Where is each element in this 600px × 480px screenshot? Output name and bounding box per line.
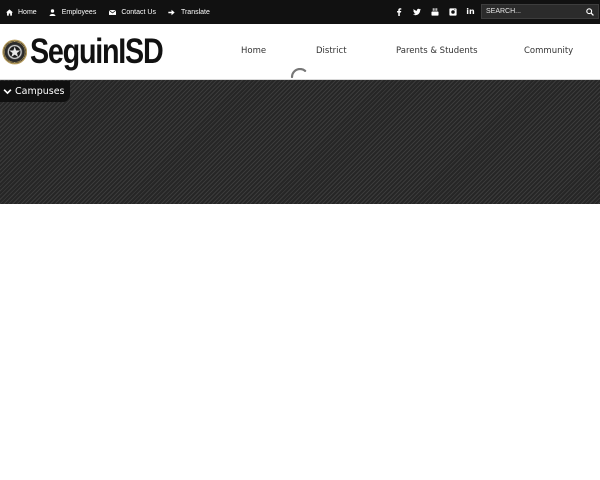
nav-item-community[interactable]: Community	[524, 46, 573, 56]
arrow-right-icon	[168, 8, 176, 16]
nav-item-home[interactable]: Home	[241, 46, 266, 56]
facebook-icon[interactable]	[392, 6, 405, 19]
chevron-down-icon	[3, 87, 12, 96]
twitter-icon[interactable]	[410, 6, 423, 19]
utility-link-home[interactable]: Home	[5, 8, 37, 16]
youtube-icon[interactable]	[428, 6, 441, 19]
main-nav: Home District Parents & Students Communi…	[210, 24, 600, 80]
instagram-icon[interactable]	[446, 6, 459, 19]
search-box	[481, 4, 599, 19]
linkedin-icon-text: in	[466, 7, 475, 16]
search-input[interactable]	[482, 5, 582, 18]
envelope-icon	[108, 8, 116, 16]
loading-spinner-icon	[290, 68, 310, 78]
logo-text: SeguinISD	[30, 32, 164, 71]
utility-link-label: Contact Us	[121, 8, 156, 16]
utility-link-label: Translate	[180, 8, 210, 16]
utility-link-translate[interactable]: Translate	[168, 8, 210, 16]
user-icon	[49, 8, 57, 16]
utility-link-contact-us[interactable]: Contact Us	[108, 8, 156, 16]
utility-links: Home Employees Contact Us Translate	[5, 0, 222, 24]
seal-icon	[2, 39, 28, 65]
nav-item-parents-students[interactable]: Parents & Students	[396, 46, 478, 56]
nav-item-district[interactable]: District	[316, 46, 347, 56]
search-icon[interactable]	[586, 8, 594, 16]
social-links: in	[392, 0, 482, 24]
campuses-toggle-button[interactable]: Campuses	[0, 81, 70, 102]
linkedin-icon[interactable]: in	[464, 6, 477, 19]
hero-banner	[0, 80, 600, 204]
site-logo[interactable]: SeguinISD	[2, 31, 192, 73]
campuses-label: Campuses	[15, 86, 65, 97]
top-utility-bar: Home Employees Contact Us Translate in S…	[0, 0, 600, 24]
utility-link-label: Employees	[61, 8, 97, 16]
utility-link-employees[interactable]: Employees	[49, 8, 97, 16]
utility-link-label: Home	[18, 8, 37, 16]
home-icon	[5, 8, 13, 16]
